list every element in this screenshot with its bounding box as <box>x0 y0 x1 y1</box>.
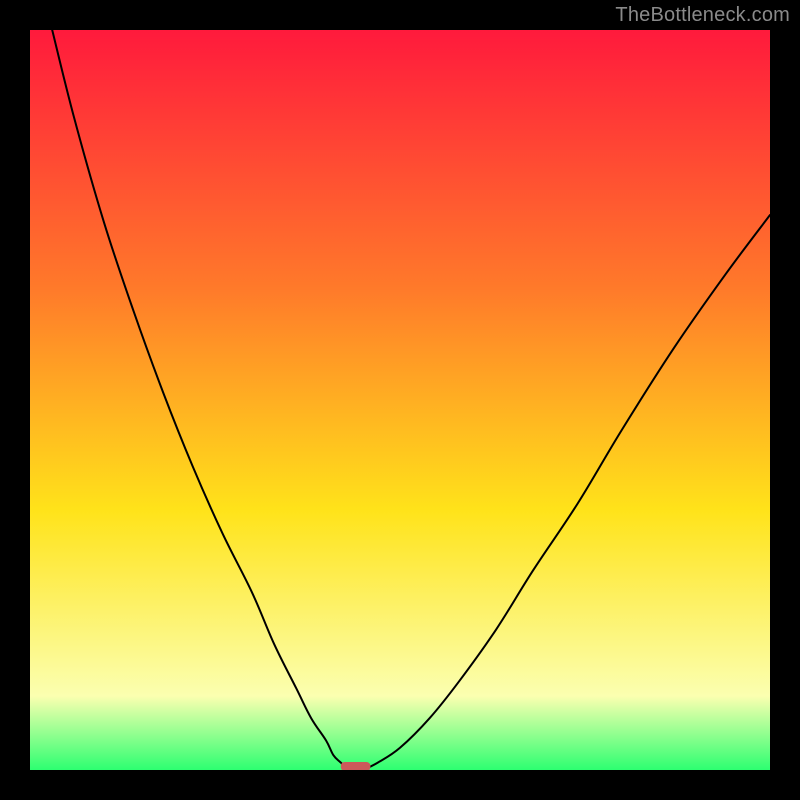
chart-plot <box>30 30 770 770</box>
watermark-text: TheBottleneck.com <box>615 4 790 27</box>
minimum-marker <box>341 762 371 770</box>
gradient-background <box>30 30 770 770</box>
chart-frame: TheBottleneck.com <box>0 0 800 800</box>
